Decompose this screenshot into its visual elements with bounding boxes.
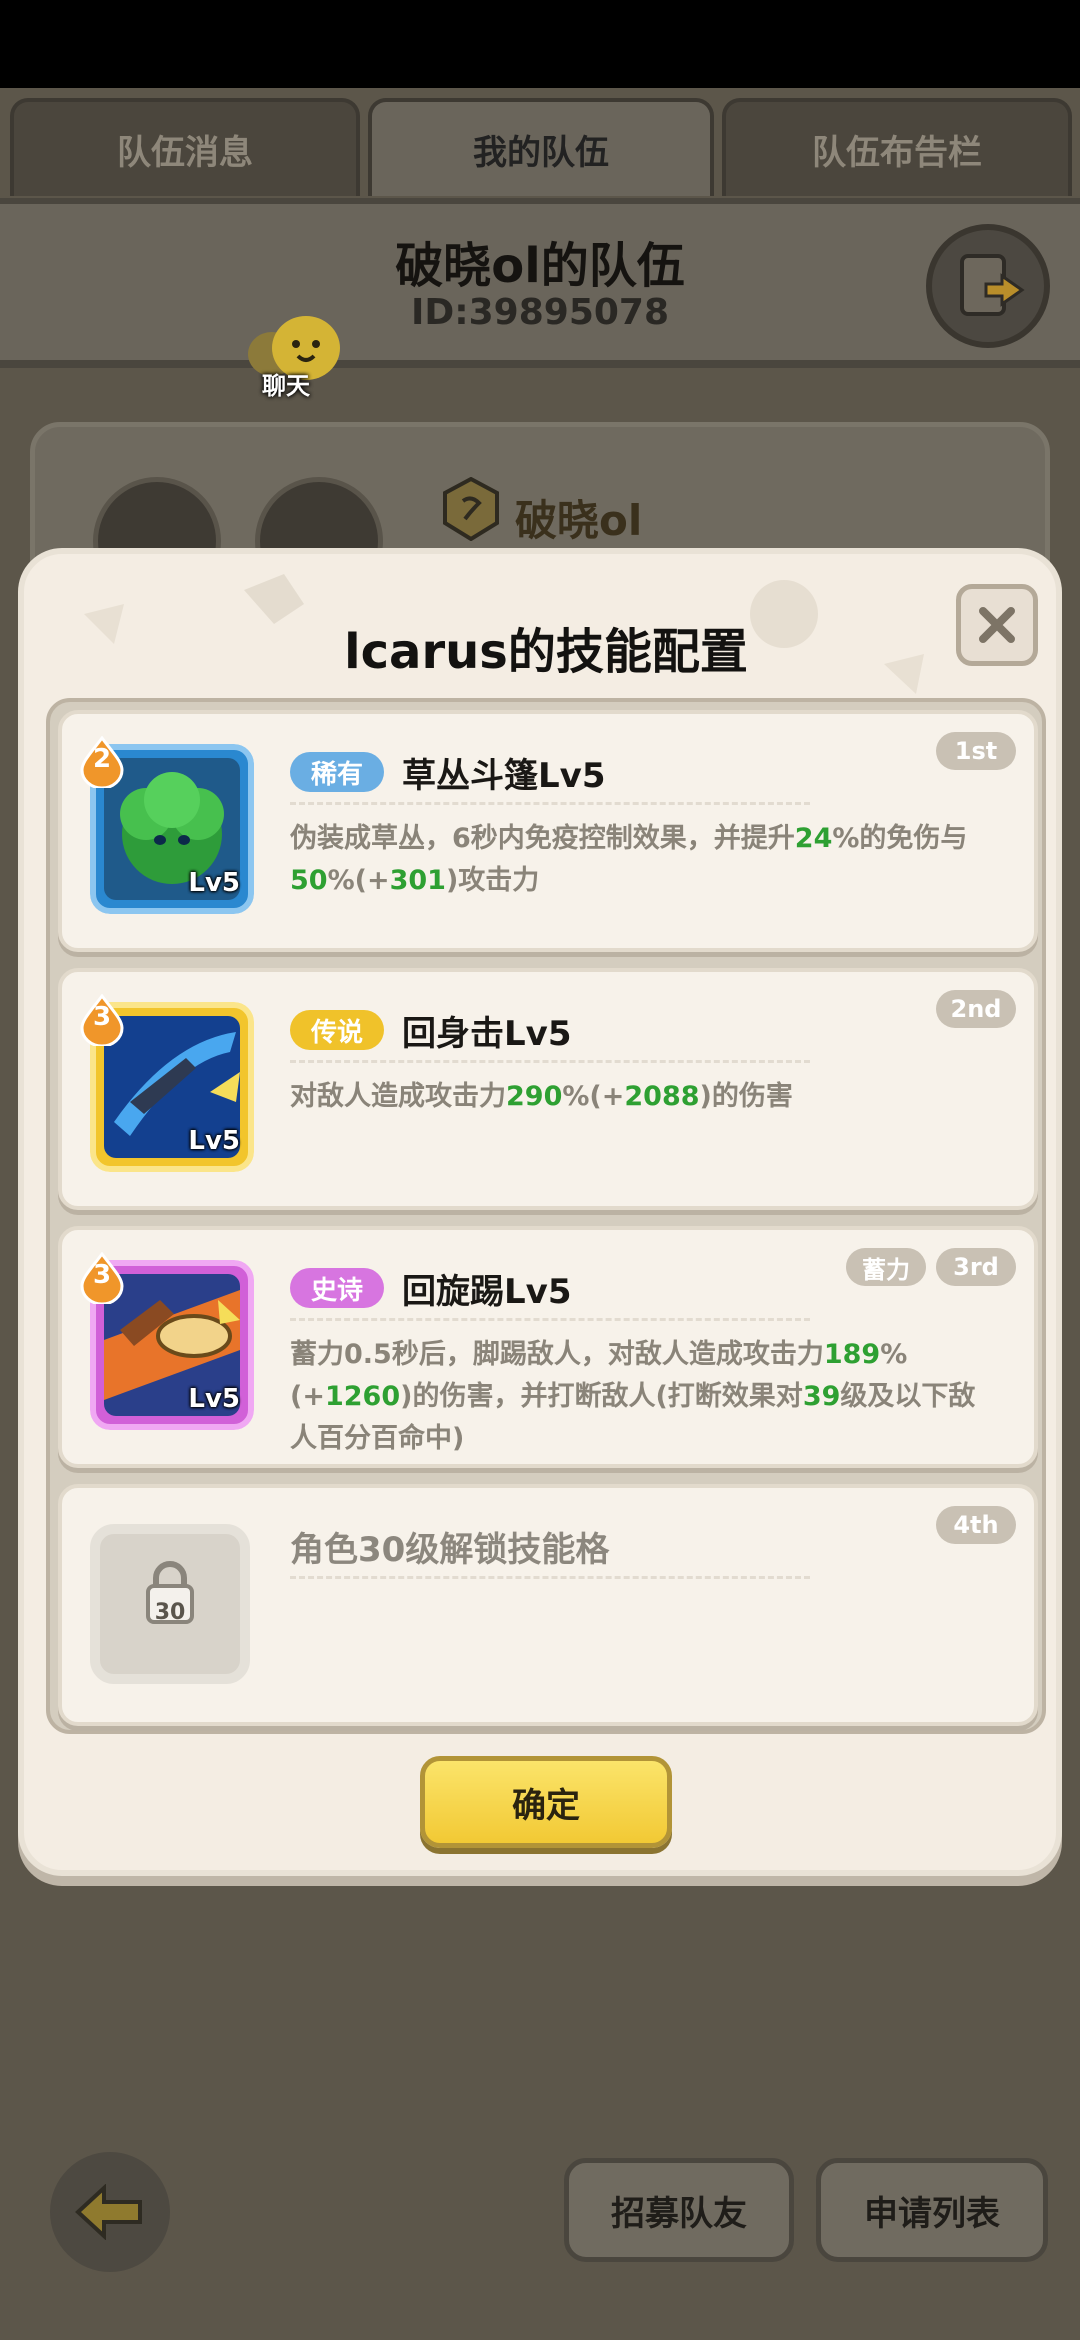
- team-id: ID:39895078: [410, 292, 670, 333]
- recruit-button[interactable]: 招募队友: [564, 2158, 794, 2262]
- tab-bar: 队伍消息 我的队伍 队伍布告栏: [0, 98, 1080, 198]
- slot-order-badge: 4th: [936, 1506, 1016, 1544]
- status-bar: [0, 0, 1080, 88]
- slot-order-badge: 3rd: [936, 1248, 1016, 1286]
- apply-list-button[interactable]: 申请列表: [816, 2158, 1048, 2262]
- back-button[interactable]: [50, 2152, 170, 2272]
- locked-slot: 30: [90, 1524, 250, 1684]
- chat-button[interactable]: 聊天: [240, 310, 360, 410]
- skill-slot-2[interactable]: 2nd Lv5 3 传说 回身击Lv5 对敌人造成攻击力290%(+2088)的…: [58, 968, 1038, 1210]
- rarity-badge: 史诗: [290, 1268, 384, 1308]
- charge-badge: 蓄力: [846, 1248, 926, 1286]
- skill-description: 蓄力0.5秒后，脚踢敌人，对敌人造成攻击力189%(+1260)的伤害，并打断敌…: [290, 1339, 976, 1454]
- rarity-badge: 传说: [290, 1010, 384, 1050]
- star-count: 2: [92, 744, 112, 774]
- close-button[interactable]: [956, 584, 1038, 666]
- divider: [290, 1318, 810, 1321]
- star-count: 3: [92, 1002, 112, 1032]
- rank-badge-icon: [443, 477, 499, 541]
- star-count: 3: [92, 1260, 112, 1290]
- skill-name: 回旋踢Lv5: [402, 1272, 572, 1312]
- rarity-badge: 稀有: [290, 752, 384, 792]
- divider: [290, 1060, 810, 1063]
- tab-team-messages[interactable]: 队伍消息: [10, 98, 360, 196]
- lock-level: 30: [154, 1600, 186, 1625]
- skill-slot-3[interactable]: 蓄力 3rd Lv5 3 史诗 回旋踢Lv5 蓄力0.5秒后，脚踢敌人，对敌人造…: [58, 1226, 1038, 1468]
- chat-label: 聊天: [262, 372, 310, 400]
- skill-description: 伪装成草丛，6秒内免疫控制效果，并提升24%的免伤与50%(+301)攻击力: [290, 823, 968, 896]
- divider: [290, 802, 810, 805]
- skill-slot-4-locked[interactable]: 4th 30 角色30级解锁技能格: [58, 1484, 1038, 1726]
- back-arrow-icon: [75, 2184, 142, 2240]
- skill-slot-1[interactable]: 1st Lv5 2 稀有 草丛斗篷Lv5 伪装成草丛，6秒内免疫控制效果，并提升…: [58, 710, 1038, 952]
- locked-slot-text: 角色30级解锁技能格: [290, 1530, 610, 1570]
- slot-order-badge: 2nd: [936, 990, 1016, 1028]
- skill-name: 回身击Lv5: [402, 1014, 572, 1054]
- tab-team-bulletin[interactable]: 队伍布告栏: [722, 98, 1072, 196]
- skill-config-dialog: lcarus的技能配置 1st Lv5 2 稀有 草丛斗篷Lv5 伪装成草丛，6…: [18, 548, 1062, 1876]
- divider: [290, 1576, 810, 1579]
- skill-level-tag: Lv5: [188, 1126, 240, 1156]
- skill-level-tag: Lv5: [188, 1384, 240, 1414]
- close-icon: [979, 607, 1015, 643]
- exit-team-button[interactable]: [926, 224, 1050, 348]
- skill-slot-list: 1st Lv5 2 稀有 草丛斗篷Lv5 伪装成草丛，6秒内免疫控制效果，并提升…: [46, 698, 1046, 1734]
- team-name: 破晓ol的队伍: [395, 238, 685, 294]
- slot-order-badge: 1st: [936, 732, 1016, 770]
- skill-level-tag: Lv5: [188, 868, 240, 898]
- member-name: 破晓ol: [515, 496, 643, 545]
- tab-my-team[interactable]: 我的队伍: [368, 98, 714, 196]
- skill-name: 草丛斗篷Lv5: [402, 756, 606, 796]
- dialog-title: lcarus的技能配置: [344, 624, 748, 680]
- exit-door-icon: [960, 254, 1025, 316]
- team-header: 破晓ol的队伍 ID:39895078: [0, 198, 1080, 368]
- skill-description: 对敌人造成攻击力290%(+2088)的伤害: [290, 1081, 793, 1112]
- confirm-button[interactable]: 确定: [420, 1756, 672, 1848]
